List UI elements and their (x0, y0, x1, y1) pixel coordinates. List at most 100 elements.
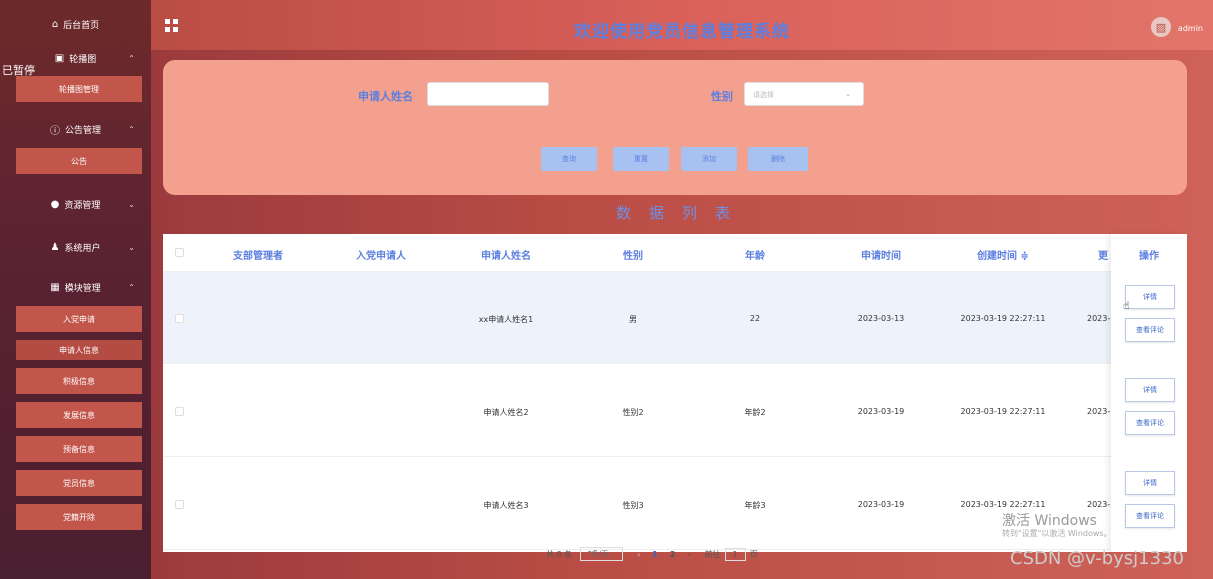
sidebar-item-module-1[interactable]: 申请人信息 (16, 340, 142, 360)
grid-icon: ▦ (50, 281, 60, 293)
cell-create-time: 2023-03-19 22:27:11 (960, 314, 1046, 323)
cell-create-time: 2023-03-19 22:27:11 (960, 407, 1046, 416)
sidebar-item-module-6[interactable]: 党籍开除 (16, 504, 142, 530)
col-operations: 操作 (1139, 251, 1159, 262)
sidebar-item-module-5[interactable]: 党员信息 (16, 470, 142, 496)
paused-label: 已暂停 (2, 64, 35, 77)
goto-input[interactable]: 1 (724, 547, 746, 561)
sidebar-group-module[interactable]: ▦ 模块管理 ⌃ (0, 268, 151, 306)
detail-button[interactable]: 详情 (1125, 285, 1175, 309)
sidebar-carousel-label: 轮播图 (69, 54, 97, 65)
row-checkbox[interactable] (175, 314, 184, 323)
sidebar-group-resource[interactable]: ● 资源管理 ⌄ (0, 182, 151, 226)
cell-name: 申请人姓名3 (483, 501, 529, 510)
table-header: 支部管理者 入党申请人 申请人姓名 性别 年龄 申请时间 创建时间 ≑ 更 (163, 234, 1187, 272)
cell-apply-time: 2023-03-13 (857, 314, 905, 323)
next-page-icon[interactable]: › (687, 550, 690, 559)
view-comments-button[interactable]: 查看评论 (1125, 411, 1175, 435)
cell-create-time: 2023-03-19 22:27:11 (960, 500, 1046, 509)
sidebar-module-label: 模块管理 (64, 283, 101, 294)
reset-button[interactable]: 重置 (613, 147, 669, 171)
sidebar-resource-label: 资源管理 (64, 200, 101, 211)
prev-page-icon[interactable]: ‹ (637, 550, 640, 559)
delete-button[interactable]: 删除 (748, 147, 808, 171)
sidebar-item-module-3[interactable]: 发展信息 (16, 402, 142, 428)
operations-column: 操作 详情 查看评论 详情 查看评论 详情 查看评论 (1111, 234, 1187, 552)
chevron-up-icon: ⌃ (128, 282, 135, 292)
view-comments-button[interactable]: 查看评论 (1125, 504, 1175, 528)
sidebar-item-carousel-mgmt[interactable]: 轮播图管理 (16, 76, 142, 102)
page-1[interactable]: 1 (652, 550, 658, 559)
query-button[interactable]: 查询 (541, 147, 597, 171)
sidebar-notice-label: 公告管理 (64, 125, 101, 136)
col-applicant-name: 申请人姓名 (481, 251, 531, 262)
info-icon: ⓘ (49, 125, 60, 137)
pager-total: 共 8 条 (546, 549, 573, 559)
page-size-label: 7条/页 (587, 550, 608, 558)
hand-cursor-icon: ☝ (1123, 299, 1130, 312)
pagination: 共 8 条 7条/页 ⌄ ‹ 1 2 › 前往 1 页 (546, 547, 758, 561)
home-icon: ⌂ (51, 18, 59, 30)
cell-gender: 性别3 (622, 501, 644, 510)
table-row[interactable]: 申请人姓名2 性别2 年龄2 2023-03-19 2023-03-19 22:… (163, 365, 1187, 457)
user-icon: ♟ (50, 241, 60, 253)
sidebar: ⌂ 后台首页 ▣ 轮播图 ⌃ 轮播图管理 ⓘ 公告管理 ⌃ 公告 ● 资源管理 … (0, 0, 151, 579)
page-size-select[interactable]: 7条/页 ⌄ (580, 547, 624, 561)
sidebar-item-module-2[interactable]: 积极信息 (16, 368, 142, 394)
cell-apply-time: 2023-03-19 (857, 500, 905, 509)
chevron-up-icon: ⌃ (128, 53, 135, 63)
top-header: 欢迎使用党员信息管理系统 ▨ admin (151, 0, 1213, 50)
sidebar-group-users[interactable]: ♟ 系统用户 ⌄ (0, 226, 151, 268)
cell-update-time: 2023- (1087, 407, 1111, 416)
goto-label: 前往 (704, 549, 721, 559)
sidebar-item-module-0[interactable]: 入党申请 (16, 306, 142, 332)
bulb-icon: ● (50, 198, 60, 210)
chevron-down-icon: ⌄ (845, 90, 851, 98)
col-branch-manager: 支部管理者 (233, 251, 283, 262)
sidebar-item-home[interactable]: ⌂ 后台首页 (0, 8, 151, 40)
row-checkbox[interactable] (175, 407, 184, 416)
chevron-up-icon: ⌃ (128, 124, 135, 134)
col-gender: 性别 (623, 251, 643, 262)
list-title: 数据列表 (615, 204, 748, 222)
cell-update-time: 2023- (1087, 314, 1111, 323)
cell-age: 年龄3 (744, 501, 766, 510)
view-comments-button[interactable]: 查看评论 (1125, 318, 1175, 342)
page-2[interactable]: 2 (670, 550, 676, 559)
col-apply-time: 申请时间 (861, 251, 901, 262)
detail-button[interactable]: 详情 (1125, 378, 1175, 402)
sidebar-home-label: 后台首页 (63, 20, 100, 31)
cell-name: xx申请人姓名1 (478, 315, 534, 324)
col-applicant: 入党申请人 (356, 251, 406, 262)
avatar[interactable]: ▨ (1151, 17, 1171, 37)
windows-activation-hint: 转到"设置"以激活 Windows。 (1002, 529, 1112, 538)
col-update-time: 更 (1098, 251, 1108, 262)
csdn-watermark: CSDN @v-bysj1330 (1010, 548, 1184, 569)
username[interactable]: admin (1178, 24, 1203, 33)
cell-age: 22 (749, 314, 761, 323)
name-input[interactable] (427, 82, 549, 106)
page-title: 欢迎使用党员信息管理系统 (574, 22, 790, 42)
col-age: 年龄 (745, 251, 765, 262)
sidebar-group-notice[interactable]: ⓘ 公告管理 ⌃ (0, 110, 151, 148)
page-unit: 页 (749, 549, 758, 559)
sidebar-item-module-4[interactable]: 预备信息 (16, 436, 142, 462)
search-panel: 申请人姓名 性别 请选择 ⌄ 查询 重置 添加 删除 (163, 60, 1187, 195)
detail-button[interactable]: 详情 (1125, 471, 1175, 495)
windows-activation-watermark: 激活 Windows (1002, 513, 1097, 529)
image-icon: ▣ (54, 52, 65, 64)
row-checkbox[interactable] (175, 500, 184, 509)
sidebar-item-notice[interactable]: 公告 (16, 148, 142, 174)
add-button[interactable]: 添加 (681, 147, 737, 171)
data-table: 支部管理者 入党申请人 申请人姓名 性别 年龄 申请时间 创建时间 ≑ 更 xx… (163, 234, 1187, 552)
table-row[interactable]: xx申请人姓名1 男 22 2023-03-13 2023-03-19 22:2… (163, 272, 1187, 364)
cell-apply-time: 2023-03-19 (857, 407, 905, 416)
col-create-time[interactable]: 创建时间 ≑ (963, 247, 1043, 262)
gender-select[interactable]: 请选择 ⌄ (744, 82, 864, 106)
cell-age: 年龄2 (744, 408, 766, 417)
select-all-checkbox[interactable] (175, 248, 184, 257)
chevron-down-icon: ⌄ (128, 242, 135, 252)
cell-name: 申请人姓名2 (483, 408, 529, 417)
sidebar-users-label: 系统用户 (64, 243, 101, 254)
chevron-down-icon: ⌄ (128, 199, 135, 209)
